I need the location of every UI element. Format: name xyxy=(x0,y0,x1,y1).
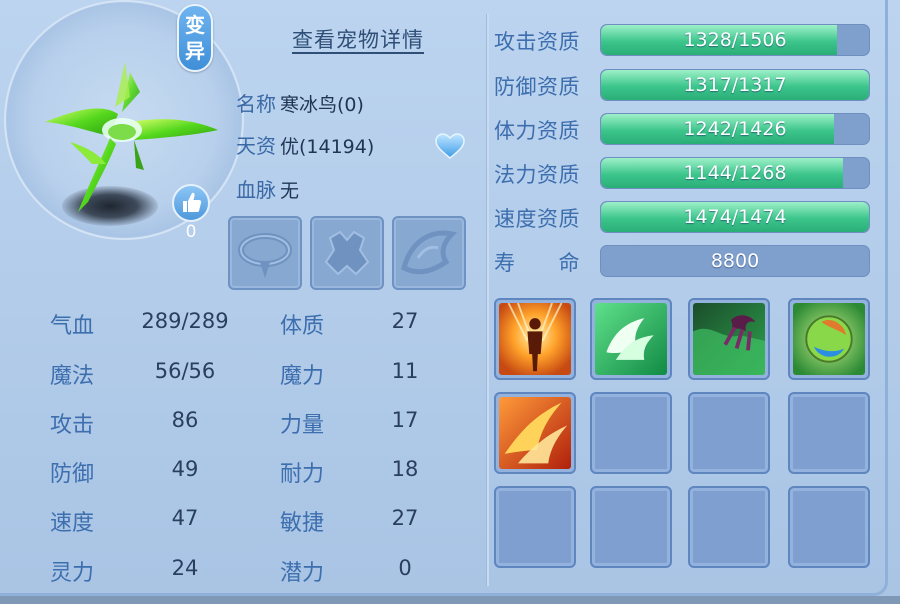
skill-slot-empty[interactable] xyxy=(590,392,672,474)
view-pet-details-link[interactable]: 查看宠物详情 xyxy=(292,24,424,54)
skill-fire-slash-icon xyxy=(499,397,571,469)
equip-slot-collar[interactable] xyxy=(228,216,302,290)
stat-value-attack: 86 xyxy=(171,408,199,432)
stat-label-defense: 防御 xyxy=(50,462,95,487)
stat-value-potential: 0 xyxy=(398,556,412,580)
aptitude-bar-text: 1474/1474 xyxy=(683,206,787,228)
mutation-badge-char-2: 异 xyxy=(185,39,205,63)
skill-slot-1[interactable] xyxy=(494,298,576,380)
skill-slot-empty[interactable] xyxy=(788,392,870,474)
amulet-icon xyxy=(401,230,457,275)
stat-label-potential: 潜力 xyxy=(280,561,325,586)
aptitude-bar-defense: 1317/1317 xyxy=(600,69,870,101)
favorite-heart-icon[interactable] xyxy=(434,132,466,160)
stat-value-speed: 47 xyxy=(171,506,199,530)
skill-wings-icon xyxy=(595,303,667,375)
thumbs-up-icon xyxy=(183,192,202,212)
stat-label-endurance: 耐力 xyxy=(280,462,325,487)
stat-value-spirit: 24 xyxy=(171,556,199,580)
aptitude-bar-text: 1328/1506 xyxy=(683,29,787,51)
aptitude-bar-speed: 1474/1474 xyxy=(600,201,870,233)
aptitude-bar-stamina: 1242/1426 xyxy=(600,113,870,145)
lifespan-value: 8800 xyxy=(710,250,760,272)
stat-label-attack: 攻击 xyxy=(50,413,95,438)
pet-name-value: 寒冰鸟(0) xyxy=(280,94,364,116)
skill-claw-icon xyxy=(693,303,765,375)
aptitude-label-magic: 法力资质 xyxy=(494,163,580,187)
aptitude-label-speed: 速度资质 xyxy=(494,207,580,231)
pet-talent-label: 天资 xyxy=(236,134,276,158)
skill-slot-2[interactable] xyxy=(590,298,672,380)
aptitude-bar-text: 1317/1317 xyxy=(683,74,787,96)
skill-slot-3[interactable] xyxy=(688,298,770,380)
pet-name-label: 名称 xyxy=(236,92,276,116)
pet-talent-row: 天资 优(14194) xyxy=(236,130,374,159)
stat-label-strength: 力量 xyxy=(280,413,325,438)
stat-value-magic-power: 11 xyxy=(391,359,419,383)
mutation-badge: 变 异 xyxy=(177,4,213,72)
stat-value-defense: 49 xyxy=(171,457,199,481)
stat-value-agility: 27 xyxy=(391,506,419,530)
skill-slot-empty[interactable] xyxy=(788,486,870,568)
pet-name-row: 名称 寒冰鸟(0) xyxy=(236,88,364,117)
skill-figure-icon xyxy=(499,303,571,375)
pet-talent-value: 优(14194) xyxy=(280,136,375,158)
stat-label-hp: 气血 xyxy=(50,314,95,339)
skill-slot-empty[interactable] xyxy=(494,486,576,568)
stat-value-strength: 17 xyxy=(391,408,419,432)
pet-bloodline-row: 血脉无 xyxy=(236,174,299,203)
skill-slot-5[interactable] xyxy=(494,392,576,474)
skill-orb-icon xyxy=(793,303,865,375)
pet-bloodline-label: 血脉 xyxy=(236,178,276,202)
stat-value-endurance: 18 xyxy=(391,457,419,481)
stat-label-spirit: 灵力 xyxy=(50,561,95,586)
aptitude-label-defense: 防御资质 xyxy=(494,75,580,99)
aptitude-label-attack: 攻击资质 xyxy=(494,30,580,54)
like-button[interactable] xyxy=(172,184,210,222)
stat-label-mp: 魔法 xyxy=(50,364,95,389)
aptitude-bar-magic: 1144/1268 xyxy=(600,157,870,189)
skill-slot-empty[interactable] xyxy=(590,486,672,568)
stat-label-speed: 速度 xyxy=(50,511,95,536)
aptitude-label-stamina: 体力资质 xyxy=(494,119,580,143)
aptitude-bar-text: 1144/1268 xyxy=(683,162,787,184)
armor-icon xyxy=(324,230,370,276)
aptitude-bar-attack: 1328/1506 xyxy=(600,24,870,56)
collar-icon xyxy=(238,233,292,278)
mutation-badge-char-1: 变 xyxy=(185,13,205,37)
equip-slot-amulet[interactable] xyxy=(392,216,466,290)
stat-value-hp: 289/289 xyxy=(141,309,229,333)
panel-divider xyxy=(486,14,489,586)
skill-slot-4[interactable] xyxy=(788,298,870,380)
aptitude-bar-text: 1242/1426 xyxy=(683,118,787,140)
stat-value-mp: 56/56 xyxy=(154,359,216,383)
bottom-strip xyxy=(0,596,900,604)
lifespan-bar: 8800 xyxy=(600,245,870,277)
lifespan-label: 寿 命 xyxy=(494,251,580,275)
stat-label-constitution: 体质 xyxy=(280,314,325,339)
skill-slot-empty[interactable] xyxy=(688,392,770,474)
skill-slot-empty[interactable] xyxy=(688,486,770,568)
pet-bloodline-value: 无 xyxy=(280,180,300,202)
equip-slot-armor[interactable] xyxy=(310,216,384,290)
stat-label-magic-power: 魔力 xyxy=(280,364,325,389)
stat-label-agility: 敏捷 xyxy=(280,511,325,536)
like-count: 0 xyxy=(185,222,197,242)
stat-value-constitution: 27 xyxy=(391,309,419,333)
